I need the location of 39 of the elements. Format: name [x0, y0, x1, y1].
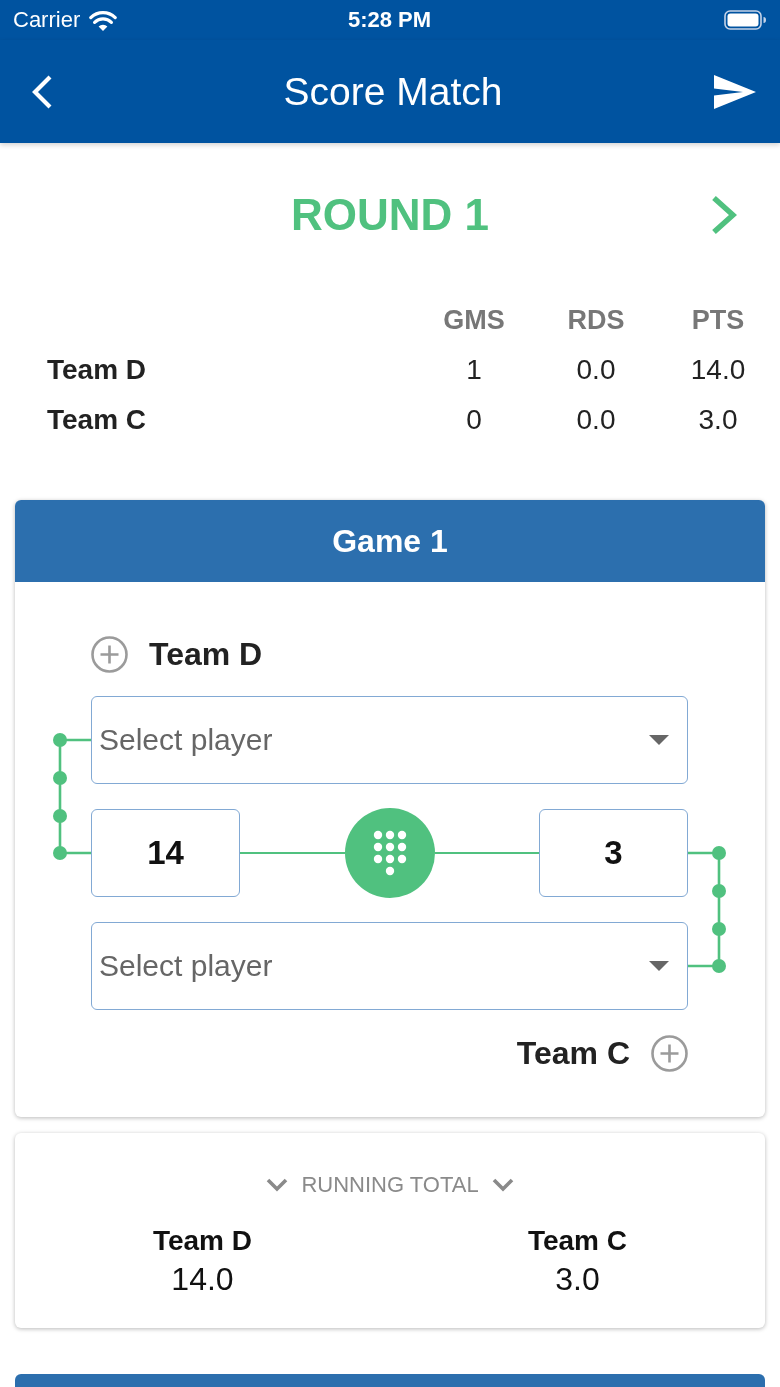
column-header: RDS — [566, 304, 626, 336]
score-input[interactable]: 3 — [539, 809, 688, 897]
team-name: Team C — [516, 1035, 630, 1072]
team-total: 3.0 — [555, 1262, 600, 1296]
wifi-icon — [89, 9, 118, 31]
score-input[interactable]: 14 — [91, 809, 240, 897]
round-title: ROUND 1 — [291, 189, 489, 241]
caret-down-icon — [649, 735, 669, 745]
back-icon[interactable] — [30, 73, 54, 110]
carrier-label: Carrier — [13, 7, 81, 33]
team-name: Team D — [47, 354, 148, 386]
column-header: PTS — [690, 304, 746, 336]
team-total: 14.0 — [171, 1262, 234, 1296]
player-select[interactable]: Select player — [91, 696, 688, 784]
screen-title: Score Match — [283, 69, 503, 114]
team-name: Team C — [527, 1224, 628, 1258]
table-cell-text: 0.0 — [575, 404, 617, 436]
table-cell-text: 14.0 — [689, 354, 747, 386]
player-select[interactable]: Select player — [91, 922, 688, 1010]
keypad-icon — [372, 830, 407, 876]
plus-circle-icon[interactable] — [651, 1035, 688, 1072]
chevron-down-icon[interactable] — [491, 1178, 514, 1192]
caret-down-icon — [649, 961, 669, 971]
plus-circle-icon[interactable] — [91, 636, 128, 673]
chevron-right-icon[interactable] — [711, 195, 737, 235]
table-cell-text: 3.0 — [697, 404, 739, 436]
table-cell-text: 0 — [465, 404, 483, 436]
running-total-label: RUNNING TOTAL — [301, 1172, 479, 1198]
team-name: Team C — [47, 404, 148, 436]
game-header: Game 1 — [15, 500, 765, 582]
table-cell-text: 1 — [465, 354, 483, 386]
clock-time: 5:28 PM — [347, 7, 432, 33]
team-name: Team D — [149, 636, 263, 673]
team-name: Team D — [152, 1224, 253, 1258]
chevron-down-icon[interactable] — [266, 1178, 289, 1192]
column-header: GMS — [442, 304, 506, 336]
battery-icon — [724, 10, 766, 30]
table-cell-text: 0.0 — [575, 354, 617, 386]
send-icon[interactable] — [714, 74, 756, 109]
